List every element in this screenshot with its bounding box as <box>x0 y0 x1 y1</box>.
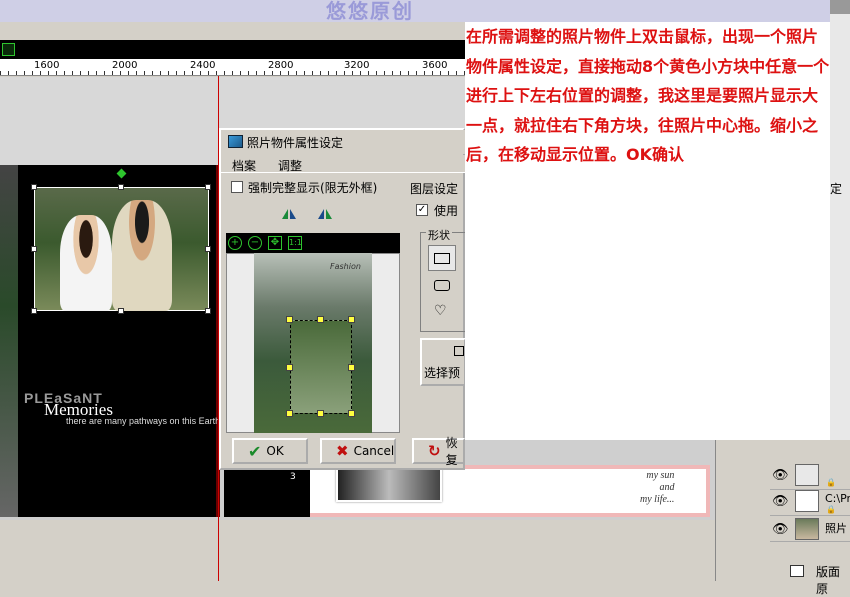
ruler-tick: 3600 <box>422 60 448 71</box>
shape-group-label: 形状 <box>426 227 452 243</box>
checkmark-icon: ✔ <box>248 441 262 461</box>
crop-handle[interactable] <box>286 410 293 417</box>
restore-button[interactable]: ↻ 恢复 <box>412 436 465 467</box>
crop-handle[interactable] <box>286 364 293 371</box>
crop-handle[interactable] <box>348 364 355 371</box>
album-page-right-black <box>224 465 314 517</box>
fit-icon[interactable] <box>2 43 15 56</box>
bw-photo-object[interactable] <box>336 468 442 502</box>
ruler-tick: 2800 <box>268 60 294 71</box>
script-line: and <box>659 482 675 493</box>
layer-name: 照片 <box>825 522 847 535</box>
crop-handle[interactable] <box>317 410 324 417</box>
script-line: my life... <box>640 494 675 505</box>
resize-handle[interactable] <box>205 308 211 314</box>
restore-label: 恢复 <box>445 436 458 467</box>
fit-to-window-icon[interactable]: ✥ <box>268 236 282 250</box>
flip-right-icon[interactable] <box>318 208 332 220</box>
side-photo <box>0 165 18 517</box>
layer-settings-label: 图层设定 <box>410 182 459 196</box>
flip-left-icon[interactable] <box>282 208 296 220</box>
resize-handle[interactable] <box>205 184 211 190</box>
eye-icon[interactable]: 👁 <box>772 468 789 483</box>
layer-thumbnail <box>795 518 819 540</box>
horizontal-ruler: 1600 2000 2400 2800 3200 3600 <box>0 59 465 76</box>
photo-bride <box>60 215 112 311</box>
rectangle-shape-icon[interactable] <box>434 253 450 264</box>
eye-icon[interactable]: 👁 <box>772 494 789 509</box>
zoom-out-icon[interactable]: − <box>248 236 262 250</box>
layout-label: 版面原 <box>816 565 841 596</box>
resize-handle[interactable] <box>205 246 211 252</box>
ruler-tick: 2400 <box>190 60 216 71</box>
crop-selection[interactable] <box>290 320 352 414</box>
select-preset-button[interactable]: 选择预 <box>420 338 466 386</box>
cancel-button[interactable]: ✖ Cancel <box>320 438 396 464</box>
canvas-toolbar <box>0 40 465 59</box>
use-checkbox[interactable]: ✓ <box>416 204 428 216</box>
force-full-display-label: 强制完整显示(限无外框) <box>248 181 378 195</box>
refresh-icon: ↻ <box>428 442 441 460</box>
banner-title: 悠悠原创 <box>326 0 414 23</box>
eye-icon[interactable]: 👁 <box>772 522 789 537</box>
script-line: my sun <box>646 470 675 481</box>
ruler-tick: 1600 <box>34 60 60 71</box>
right-panel-tab[interactable]: 定 <box>830 180 850 196</box>
cross-icon: ✖ <box>336 442 349 460</box>
crop-handle[interactable] <box>348 410 355 417</box>
dialog-menubar <box>221 155 465 173</box>
preset-icon <box>454 346 464 356</box>
force-full-display-checkbox[interactable] <box>231 181 243 193</box>
layer-thumbnail <box>795 490 819 512</box>
layer-thumbnail <box>795 464 819 486</box>
ok-label: OK <box>266 444 284 458</box>
ok-button[interactable]: ✔ OK <box>232 438 308 464</box>
crop-handle[interactable] <box>348 316 355 323</box>
pathways-text: there are many pathways on this Earth <box>66 416 221 426</box>
right-panel <box>830 0 850 440</box>
photo-groom <box>112 200 172 311</box>
resize-handle[interactable] <box>31 246 37 252</box>
zoom-in-icon[interactable]: + <box>228 236 242 250</box>
heart-shape-icon[interactable]: ♡ <box>434 303 447 319</box>
page-mark: 3 <box>290 472 296 482</box>
app-icon <box>228 135 243 148</box>
rounded-rect-shape-icon[interactable] <box>434 280 450 291</box>
crop-handle[interactable] <box>286 316 293 323</box>
layer-name: C:\Pr <box>825 492 850 505</box>
lock-icon: 🔒 <box>826 478 836 487</box>
actual-size-icon[interactable]: 1:1 <box>288 236 302 250</box>
annotation-text: 在所需调整的照片物件上双击鼠标，出现一个照片物件属性设定，直接拖动8个黄色小方块… <box>466 27 830 164</box>
dialog-title: 照片物件属性设定 <box>247 136 344 150</box>
use-label: 使用 <box>434 204 459 218</box>
resize-handle[interactable] <box>118 184 124 190</box>
layout-checkbox[interactable] <box>790 565 804 577</box>
menu-adjust[interactable]: 调整 <box>278 157 302 174</box>
ruler-tick: 3200 <box>344 60 370 71</box>
cancel-label: Cancel <box>353 444 395 458</box>
preview-logo-text: Fashion <box>330 262 361 271</box>
script-text: my sun and my life... <box>640 470 674 506</box>
menu-file[interactable]: 档案 <box>232 157 256 174</box>
select-preset-label: 选择预 <box>424 366 461 380</box>
crop-handle[interactable] <box>317 316 324 323</box>
lock-icon: 🔒 <box>826 505 836 514</box>
resize-handle[interactable] <box>31 184 37 190</box>
right-panel-thumb <box>830 0 850 14</box>
resize-handle[interactable] <box>31 308 37 314</box>
ruler-tick: 2000 <box>112 60 138 71</box>
resize-handle[interactable] <box>118 308 124 314</box>
